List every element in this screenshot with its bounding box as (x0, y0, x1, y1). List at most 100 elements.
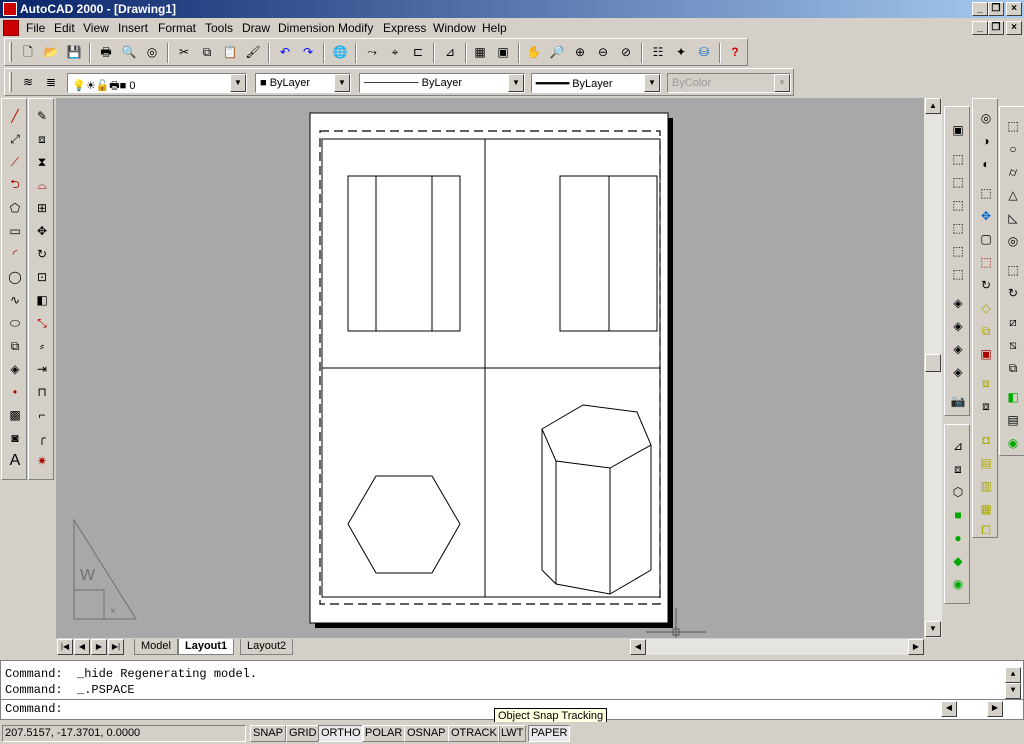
flat-shaded-icon[interactable]: ■ (947, 504, 969, 526)
cone-icon[interactable]: △ (1002, 184, 1024, 206)
cmd-scroll-left-button[interactable]: ◀ (941, 701, 957, 717)
doc-restore-button[interactable]: ❐ (988, 21, 1004, 35)
chevron-down-icon[interactable]: ▼ (644, 74, 660, 92)
color-edges-icon[interactable]: ⧈ (975, 395, 997, 417)
drawing-area[interactable]: W × (56, 98, 924, 638)
linetype-combo[interactable]: ─────── ByLayer ▼ (359, 73, 525, 93)
taper-faces-icon[interactable]: ◇ (975, 297, 997, 319)
scroll-up-button[interactable]: ▲ (925, 98, 941, 114)
horizontal-scrollbar[interactable]: ◀ ▶ (630, 639, 924, 655)
scroll-down-button[interactable]: ▼ (925, 621, 941, 637)
torus-icon[interactable]: ◎ (1002, 230, 1024, 252)
menu-insert[interactable]: Insert (118, 21, 148, 35)
design-center-icon[interactable]: ✦ (670, 41, 692, 63)
construction-line-icon[interactable]: ⤢ (4, 128, 26, 150)
scroll-left-button[interactable]: ◀ (630, 639, 646, 655)
paper-toggle[interactable]: PAPER (528, 725, 571, 742)
menu-edit[interactable]: Edit (54, 21, 75, 35)
imprint-icon[interactable]: ◘ (975, 429, 997, 451)
color-faces-icon[interactable]: ▣ (975, 343, 997, 365)
offset-faces-icon[interactable]: ▢ (975, 228, 997, 250)
toolbar-grip[interactable] (9, 72, 12, 92)
array-icon[interactable]: ⊞ (31, 197, 53, 219)
lineweight-combo[interactable]: ━━━━━ ByLayer ▼ (531, 73, 661, 93)
multiline-icon[interactable]: ⮌ (4, 174, 26, 196)
coordinate-display[interactable]: 207.5157, -17.3701, 0.0000 (2, 725, 246, 742)
minimize-button[interactable]: _ (972, 2, 988, 16)
menu-help[interactable]: Help (482, 21, 507, 35)
lwt-toggle[interactable]: LWT (498, 725, 527, 742)
right-view-icon[interactable]: ⬚ (947, 217, 969, 239)
named-views-icon[interactable]: ▦ (469, 41, 491, 63)
copy-icon[interactable]: ⧉ (196, 41, 218, 63)
tab-layout1[interactable]: Layout1 (178, 639, 235, 655)
slice-icon[interactable]: ⧄ (1002, 311, 1024, 333)
cmd-scroll-up-button[interactable]: ▲ (1005, 667, 1021, 683)
otrack-toggle[interactable]: OTRACK (448, 725, 500, 742)
setup-view-icon[interactable]: ▤ (1002, 409, 1024, 431)
line-icon[interactable]: ╱ (4, 105, 26, 127)
last-tab-button[interactable]: ▶| (108, 639, 124, 655)
redo-icon[interactable]: ↷ (297, 41, 319, 63)
hatch-icon[interactable]: ▩ (4, 404, 26, 426)
aerial-view-icon[interactable]: ▣ (492, 41, 514, 63)
distance-icon[interactable]: ⊿ (439, 41, 461, 63)
flat-shaded-edges-icon[interactable]: ◆ (947, 550, 969, 572)
print-preview-icon[interactable]: 🔍 (118, 41, 140, 63)
properties-icon[interactable]: ☷ (647, 41, 669, 63)
section-icon[interactable]: ⧅ (1002, 334, 1024, 356)
circle-icon[interactable]: ◯ (4, 266, 26, 288)
interference-icon[interactable]: ⧉ (1002, 357, 1024, 379)
stretch-icon[interactable]: ◧ (31, 289, 53, 311)
fillet-icon[interactable]: ╭ (31, 427, 53, 449)
camera-icon[interactable]: 📷 (947, 390, 969, 412)
gouraud-edges-icon[interactable]: ◉ (947, 573, 969, 595)
menu-window[interactable]: Window (433, 21, 476, 35)
zoom-previous-icon[interactable]: ⊖ (592, 41, 614, 63)
ortho-toggle[interactable]: ORTHO (318, 725, 364, 742)
dbconnect-icon[interactable]: ⛁ (693, 41, 715, 63)
grid-toggle[interactable]: GRID (286, 725, 320, 742)
scroll-right-button[interactable]: ▶ (908, 639, 924, 655)
publish-icon[interactable]: ◎ (141, 41, 163, 63)
3d-wireframe-icon[interactable]: ⧈ (947, 458, 969, 480)
osnap-icon[interactable]: ⌖ (384, 41, 406, 63)
region-icon[interactable]: ◙ (4, 427, 26, 449)
sw-iso-view-icon[interactable]: ◈ (947, 292, 969, 314)
tab-layout2[interactable]: Layout2 (240, 639, 294, 655)
doc-minimize-button[interactable]: _ (972, 21, 988, 35)
match-properties-icon[interactable]: 🖌 (242, 41, 264, 63)
extend-icon[interactable]: ⇥ (31, 358, 53, 380)
bottom-view-icon[interactable]: ⬚ (947, 171, 969, 193)
top-view-icon[interactable]: ⬚ (947, 148, 969, 170)
polar-toggle[interactable]: POLAR (362, 725, 406, 742)
menu-modify[interactable]: Modify (338, 21, 373, 35)
ucs-icon[interactable]: ⊏ (407, 41, 429, 63)
setup-drawing-icon[interactable]: ◧ (1002, 386, 1024, 408)
make-block-icon[interactable]: ◈ (4, 358, 26, 380)
print-icon[interactable]: 🖶 (95, 41, 117, 63)
named-views-icon[interactable]: ▣ (947, 119, 969, 141)
chevron-down-icon[interactable]: ▼ (508, 74, 524, 92)
doc-close-button[interactable]: × (1006, 21, 1022, 35)
menu-file[interactable]: File (26, 21, 45, 35)
rotate-icon[interactable]: ↻ (31, 243, 53, 265)
first-tab-button[interactable]: |◀ (57, 639, 73, 655)
move-faces-icon[interactable]: ✥ (975, 205, 997, 227)
trim-icon[interactable]: ⸗ (31, 335, 53, 357)
insert-block-icon[interactable]: ⧉ (4, 335, 26, 357)
scroll-thumb[interactable] (925, 354, 941, 372)
chevron-down-icon[interactable]: ▼ (334, 74, 350, 92)
paste-icon[interactable]: 📋 (219, 41, 241, 63)
ellipse-icon[interactable]: ⬭ (4, 312, 26, 334)
help-icon[interactable]: ? (724, 41, 746, 63)
delete-faces-icon[interactable]: ⬚ (975, 251, 997, 273)
copy-object-icon[interactable]: ⧈ (31, 128, 53, 150)
explode-icon[interactable]: ✷ (31, 450, 53, 472)
move-icon[interactable]: ✥ (31, 220, 53, 242)
toolbar-grip[interactable] (9, 42, 12, 62)
restore-button[interactable]: ❐ (988, 2, 1004, 16)
vertical-scrollbar[interactable]: ▲ ▼ (924, 98, 942, 638)
close-button[interactable]: × (1006, 2, 1022, 16)
copy-edges-icon[interactable]: ⧈ (975, 372, 997, 394)
